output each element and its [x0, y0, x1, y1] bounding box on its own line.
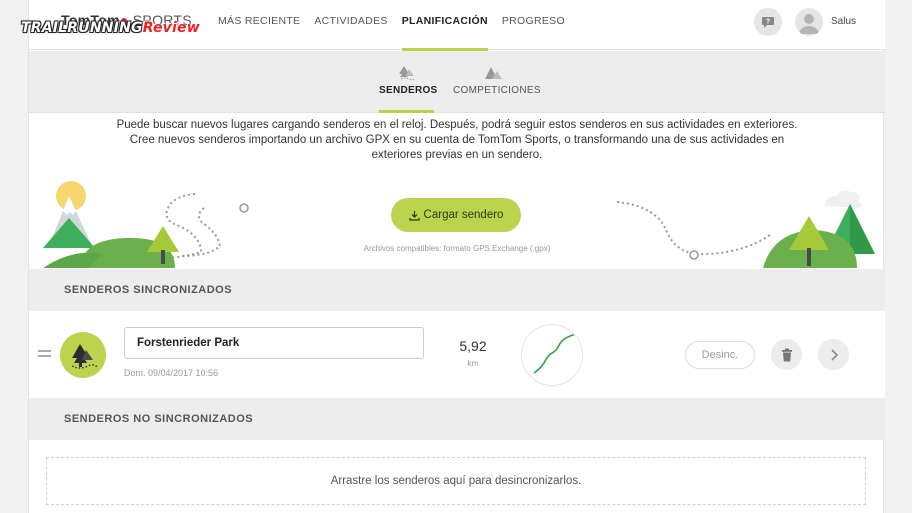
open-trail-button[interactable] — [818, 339, 849, 370]
trail-icon — [71, 344, 99, 369]
watermark-accent: Review — [142, 20, 200, 36]
trail-badge — [60, 332, 106, 378]
compatible-files-note: Archivos compatibles: formato GPS Exchan… — [363, 244, 551, 253]
route-preview[interactable] — [521, 324, 583, 386]
synced-trails-header: SENDEROS SINCRONIZADOS — [29, 269, 885, 311]
unsynced-trails-header: SENDEROS NO SINCRONIZADOS — [29, 398, 885, 440]
user-avatar-icon — [799, 14, 819, 34]
svg-text:?: ? — [766, 19, 770, 26]
drag-handle[interactable] — [38, 350, 51, 357]
mountain-illustration-right — [616, 190, 875, 268]
trash-icon — [781, 348, 792, 361]
intro-text: Puede buscar nuevos lugares cargando sen… — [79, 118, 835, 163]
user-avatar-button[interactable] — [795, 8, 823, 36]
tab-senderos[interactable]: SENDEROS — [379, 51, 437, 113]
nav-item-progreso[interactable]: PROGRESO — [502, 0, 565, 50]
desync-dropzone[interactable]: Arrastre los senderos aquí para desincro… — [46, 457, 866, 505]
mountain-illustration-left — [43, 181, 249, 268]
nav-item-planificacion[interactable]: PLANIFICACIÓN — [401, 0, 489, 51]
chevron-right-icon — [830, 348, 838, 361]
desync-button[interactable]: Desinc. — [685, 341, 755, 369]
upload-icon — [408, 210, 420, 221]
intro-line-3: exteriores previas en un sendero. — [371, 149, 543, 161]
trail-icon — [398, 66, 415, 81]
tab-senderos-label: SENDEROS — [379, 85, 438, 96]
question-bubble-icon: ? — [762, 17, 774, 28]
mountain-icon — [485, 67, 502, 79]
top-bar: TomTom● SPORTS TRAILRUNNINGReview MÁS RE… — [21, 0, 885, 51]
intro-line-2: Cree nuevos senderos importando un archi… — [129, 134, 785, 146]
subtabs: SENDEROS COMPETICIONES — [29, 51, 885, 113]
help-button[interactable]: ? — [754, 8, 782, 36]
trail-distance-unit: km — [467, 358, 479, 368]
nav-item-mas-reciente[interactable]: MÁS RECIENTE — [218, 0, 300, 50]
intro-line-1: Puede buscar nuevos lugares cargando sen… — [116, 119, 798, 131]
tab-competiciones[interactable]: COMPETICIONES — [453, 51, 540, 113]
user-name[interactable]: Salus — [831, 16, 856, 27]
tab-competiciones-label: COMPETICIONES — [453, 85, 541, 96]
nav-item-actividades[interactable]: ACTIVIDADES — [314, 0, 387, 50]
trail-name-input[interactable]: Forstenrieder Park — [124, 327, 424, 359]
upload-trail-label: Cargar sendero — [423, 209, 504, 221]
upload-trail-button[interactable]: Cargar sendero — [391, 198, 521, 232]
watermark-main: TRAILRUNNING — [21, 20, 143, 36]
trail-date: Dom. 09/04/2017 10:56 — [124, 368, 219, 378]
main-nav: MÁS RECIENTE ACTIVIDADES PLANIFICACIÓN P… — [218, 0, 579, 51]
trailrunning-review-watermark: TRAILRUNNINGReview — [21, 20, 200, 36]
delete-button[interactable] — [771, 339, 802, 370]
trail-distance: 5,92 — [459, 338, 487, 354]
app-frame: TomTom● SPORTS TRAILRUNNINGReview MÁS RE… — [21, 0, 885, 513]
route-line-icon — [533, 334, 575, 374]
